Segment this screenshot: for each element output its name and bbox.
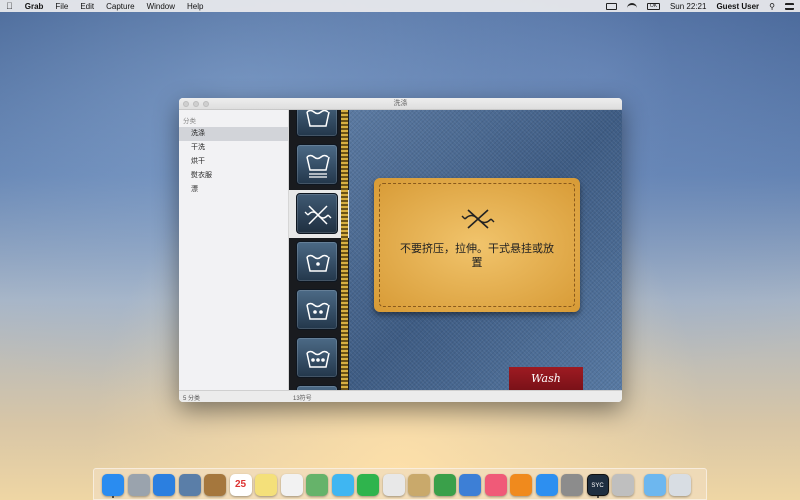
reminders-icon[interactable] (280, 474, 303, 496)
clock[interactable]: Sun 22:21 (670, 2, 706, 11)
calendar-icon[interactable]: 25 (229, 474, 252, 496)
sidebar-section-title: 分类 (183, 118, 196, 125)
symbol-wash-30-icon[interactable] (296, 241, 338, 282)
safari-icon[interactable] (153, 474, 175, 496)
close-button[interactable] (183, 101, 189, 107)
zipper-decoration (341, 110, 348, 390)
symbol-wash-tub-icon[interactable] (296, 110, 338, 137)
keynote-icon[interactable] (459, 474, 481, 496)
sidebar-item-tumble-dry[interactable]: 烘干 (179, 155, 288, 169)
notification-center-icon[interactable] (785, 2, 794, 10)
user-menu[interactable]: Guest User (716, 2, 759, 11)
menu-capture[interactable]: Capture (106, 2, 134, 11)
trash-icon[interactable] (669, 474, 691, 496)
menu-edit[interactable]: Edit (80, 2, 94, 11)
menu-file[interactable]: File (55, 2, 68, 11)
numbers-icon[interactable] (433, 474, 456, 496)
finder-icon[interactable] (102, 474, 124, 496)
running-indicator (596, 496, 599, 498)
maps-icon[interactable] (306, 474, 328, 496)
messages-icon[interactable] (331, 474, 354, 496)
app-window: 洗涤 分类 洗涤 干洗 烘干 熨衣服 漂 不要挤压，拉伸。干式悬挂或放置 Was… (179, 98, 622, 402)
zoom-button[interactable] (203, 101, 209, 107)
symbol-do-not-wring-icon[interactable] (296, 193, 338, 234)
menu-help[interactable]: Help (187, 2, 203, 11)
symbol-detail-panel: 不要挤压，拉伸。干式悬挂或放置 Wash (349, 110, 622, 390)
dock: 25 SYC (93, 468, 707, 500)
menu-window[interactable]: Window (147, 2, 175, 11)
wash-tag-label: Wash (509, 367, 583, 390)
app-store-icon[interactable] (535, 474, 558, 496)
window-controls (183, 101, 209, 107)
app-menu[interactable]: Grab (25, 2, 44, 11)
system-preferences-icon[interactable] (561, 474, 583, 496)
apple-menu-icon[interactable]:  (6, 1, 13, 11)
leather-label-patch: 不要挤压，拉伸。干式悬挂或放置 (374, 178, 580, 312)
do-not-wring-icon (461, 209, 495, 229)
category-count: 5 分类 (183, 396, 201, 402)
facetime-icon[interactable] (357, 474, 379, 496)
ibooks-icon[interactable] (510, 474, 532, 496)
notes-icon[interactable] (255, 474, 277, 496)
preview-icon[interactable] (408, 474, 430, 496)
wifi-icon[interactable] (626, 2, 637, 10)
sidebar: 分类 洗涤 干洗 烘干 熨衣服 漂 (179, 110, 289, 390)
spotlight-icon[interactable]: ⚲ (769, 2, 775, 11)
title-bar[interactable]: 洗涤 (179, 98, 622, 110)
sidebar-item-wash[interactable]: 洗涤 (179, 127, 288, 141)
running-indicator (112, 496, 114, 498)
downloads-folder-icon[interactable] (643, 474, 666, 496)
minimize-button[interactable] (193, 101, 199, 107)
symbol-count: 13符号 (293, 396, 312, 402)
airplay-icon[interactable] (605, 2, 617, 10)
grab-icon[interactable] (612, 474, 634, 496)
window-title: 洗涤 (393, 100, 408, 107)
symbol-description: 不要挤压，拉伸。干式悬挂或放置 (400, 243, 554, 269)
status-bar: 5 分类 13符号 (179, 390, 622, 402)
photos-app-icon[interactable] (382, 474, 405, 496)
symbol-wash-40-icon[interactable] (296, 289, 338, 330)
itunes-icon[interactable] (484, 474, 507, 496)
sidebar-item-dry-clean[interactable]: 干洗 (179, 141, 288, 155)
sidebar-item-bleach[interactable]: 漂 (179, 183, 288, 197)
laundry-symbols-app-icon[interactable]: SYC (586, 474, 609, 496)
photo-icon[interactable] (178, 474, 201, 496)
battery-icon[interactable]: OK (646, 2, 660, 10)
contacts-icon[interactable] (204, 474, 226, 496)
symbol-wash-gentle-icon[interactable] (296, 144, 338, 185)
sidebar-item-ironing[interactable]: 熨衣服 (179, 169, 288, 183)
symbol-wash-50-icon[interactable] (296, 337, 338, 378)
symbol-list[interactable] (289, 110, 349, 390)
launchpad-icon[interactable] (127, 474, 150, 496)
menu-bar:  Grab File Edit Capture Window Help OK … (0, 0, 800, 12)
